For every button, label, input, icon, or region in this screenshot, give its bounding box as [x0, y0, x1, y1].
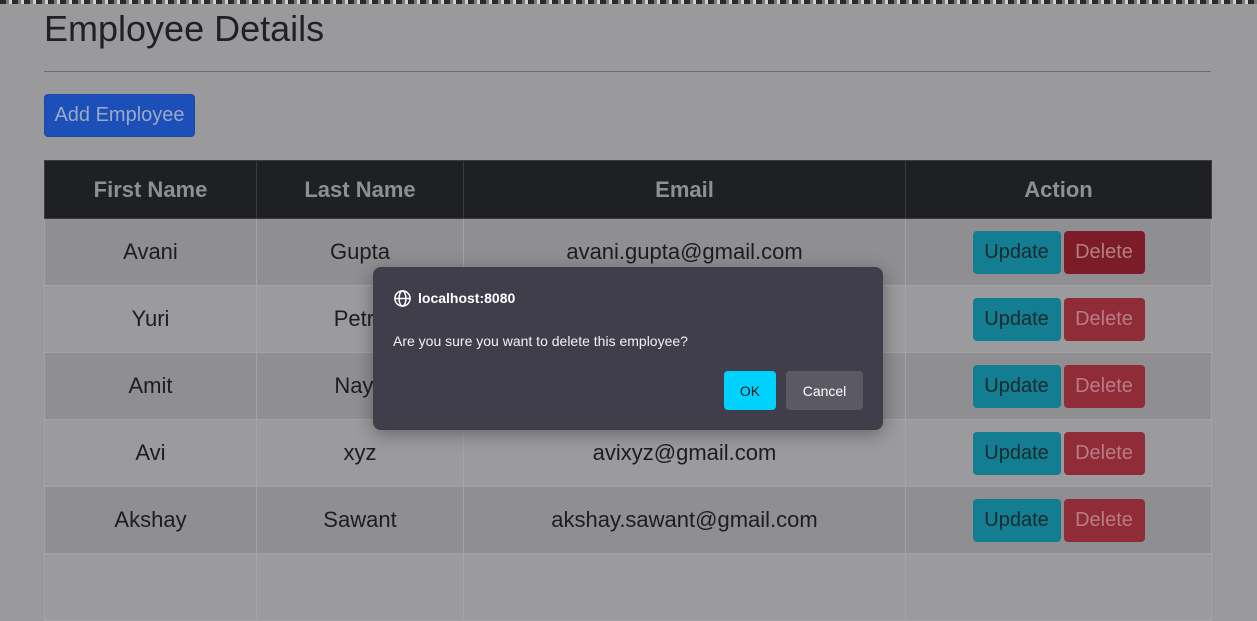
update-button[interactable]: Update [972, 364, 1061, 408]
action-cell [905, 553, 1212, 621]
delete-button[interactable]: Delete [1063, 230, 1145, 274]
column-header-first-name[interactable]: First Name [44, 160, 257, 219]
confirm-dialog: localhost:8080 Are you sure you want to … [373, 267, 883, 430]
column-header-email[interactable]: Email [463, 160, 906, 219]
delete-button[interactable]: Delete [1063, 297, 1145, 341]
delete-button[interactable]: Delete [1063, 431, 1145, 475]
page-title: Employee Details [44, 8, 325, 49]
email-cell: akshay.sawant@gmail.com [463, 486, 906, 554]
dialog-origin: localhost:8080 [393, 288, 515, 308]
email-cell [463, 553, 906, 621]
delete-button[interactable]: Delete [1063, 364, 1145, 408]
window-top-edge [0, 0, 1257, 4]
dialog-origin-text: localhost:8080 [418, 290, 516, 306]
first-name-cell: Akshay [44, 486, 257, 554]
divider [44, 71, 1211, 72]
update-button[interactable]: Update [972, 230, 1061, 274]
update-button[interactable]: Update [972, 297, 1061, 341]
update-button[interactable]: Update [972, 498, 1061, 542]
column-header-action: Action [905, 160, 1212, 219]
last-name-cell: Sawant [256, 486, 464, 554]
globe-icon [393, 289, 412, 308]
first-name-cell [44, 553, 257, 621]
table-row [44, 553, 1212, 621]
action-cell: Update Delete [905, 218, 1212, 286]
dialog-message: Are you sure you want to delete this emp… [393, 333, 688, 349]
first-name-cell: Avi [44, 419, 257, 487]
table-header-row: First Name Last Name Email Action [44, 160, 1212, 219]
action-cell: Update Delete [905, 285, 1212, 353]
add-employee-button[interactable]: Add Employee [44, 94, 195, 137]
first-name-cell: Avani [44, 218, 257, 286]
action-cell: Update Delete [905, 419, 1212, 487]
column-header-last-name[interactable]: Last Name [256, 160, 464, 219]
table-row: Akshay Sawant akshay.sawant@gmail.com Up… [44, 486, 1212, 554]
last-name-cell [256, 553, 464, 621]
first-name-cell: Amit [44, 352, 257, 420]
action-cell: Update Delete [905, 352, 1212, 420]
cancel-button[interactable]: Cancel [786, 371, 863, 410]
delete-button[interactable]: Delete [1063, 498, 1145, 542]
update-button[interactable]: Update [972, 431, 1061, 475]
action-cell: Update Delete [905, 486, 1212, 554]
ok-button[interactable]: OK [724, 371, 776, 410]
first-name-cell: Yuri [44, 285, 257, 353]
